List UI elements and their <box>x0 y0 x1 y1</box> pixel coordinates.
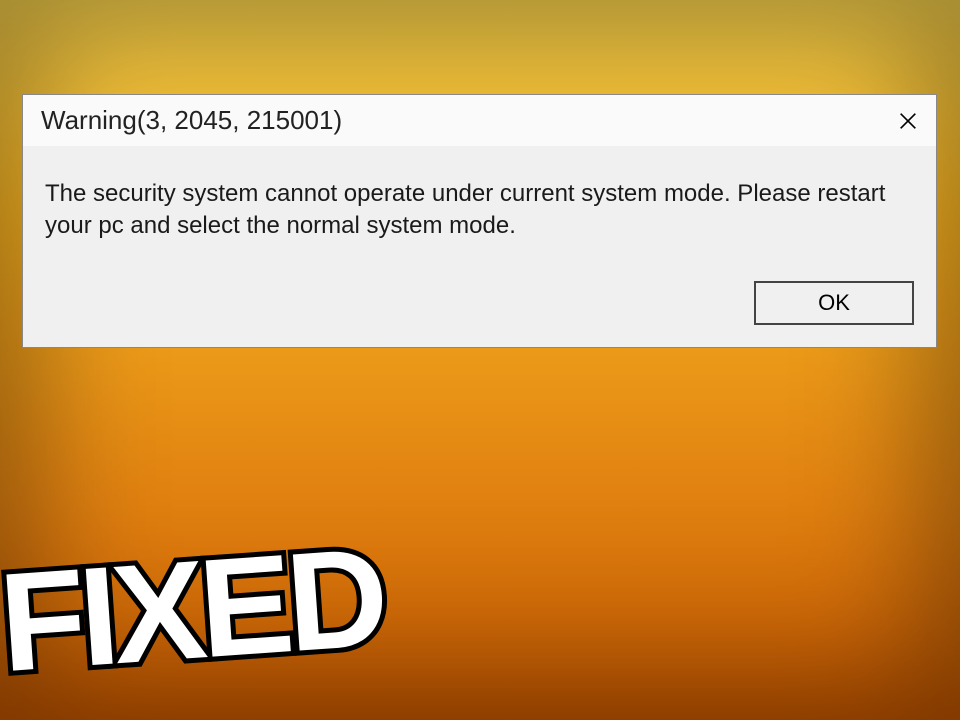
dialog-titlebar: Warning(3, 2045, 215001) <box>23 95 936 146</box>
close-icon[interactable] <box>894 107 922 135</box>
warning-dialog: Warning(3, 2045, 215001) The security sy… <box>22 94 937 348</box>
dialog-body: The security system cannot operate under… <box>23 146 936 281</box>
dialog-message: The security system cannot operate under… <box>45 178 914 243</box>
dialog-button-row: OK <box>23 281 936 347</box>
dialog-title: Warning(3, 2045, 215001) <box>41 105 342 136</box>
ok-button[interactable]: OK <box>754 281 914 325</box>
fixed-overlay-text: FIXED <box>0 527 387 693</box>
